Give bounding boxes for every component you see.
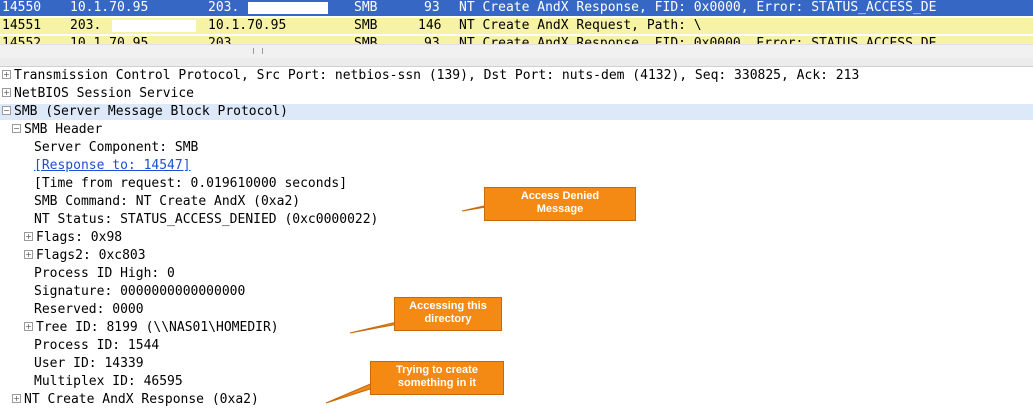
tree-label: Signature: 0000000000000000 bbox=[34, 284, 246, 299]
tree-item-server-component[interactable]: Server Component: SMB bbox=[34, 140, 198, 156]
packet-len: 146 bbox=[418, 18, 442, 33]
packet-no: 14552 bbox=[2, 36, 42, 44]
redaction-box bbox=[112, 20, 196, 32]
tree-item-response-to[interactable]: [Response to: 14547] bbox=[34, 158, 191, 174]
tree-item-nt-create-response[interactable]: + NT Create AndX Response (0xa2) bbox=[12, 392, 259, 408]
callout-access-denied: Access Denied Message bbox=[484, 187, 636, 221]
packet-proto: SMB bbox=[354, 36, 378, 44]
tree-item-flags2[interactable]: + Flags2: 0xc803 bbox=[24, 248, 146, 264]
callout-text: directory bbox=[424, 313, 472, 325]
packet-dst: 203. bbox=[208, 0, 240, 15]
tree-item-user-id[interactable]: User ID: 14339 bbox=[34, 356, 144, 372]
expand-icon[interactable]: + bbox=[24, 232, 33, 241]
tree-label: Flags2: 0xc803 bbox=[36, 248, 146, 263]
expand-icon[interactable]: + bbox=[12, 394, 21, 403]
callout-text: Trying to create bbox=[396, 364, 478, 376]
tree-item-reserved[interactable]: Reserved: 0000 bbox=[34, 302, 144, 318]
tree-label: SMB (Server Message Block Protocol) bbox=[14, 104, 288, 119]
packet-proto: SMB bbox=[354, 0, 378, 15]
tree-label: Process ID: 1544 bbox=[34, 338, 160, 353]
packet-dst: 203. bbox=[208, 36, 240, 44]
response-to-link[interactable]: [Response to: 14547] bbox=[34, 158, 191, 173]
tree-item-flags[interactable]: + Flags: 0x98 bbox=[24, 230, 122, 246]
packet-no: 14550 bbox=[2, 0, 42, 15]
tree-label: Transmission Control Protocol, Src Port:… bbox=[14, 68, 860, 83]
packet-info: NT Create AndX Response, FID: 0x0000, Er… bbox=[459, 36, 937, 44]
expand-icon[interactable]: + bbox=[2, 70, 11, 79]
packet-src: 10.1.70.95 bbox=[70, 36, 149, 44]
packet-row-partial[interactable]: 14552 10.1.70.95 203. SMB 93 NT Create A… bbox=[0, 36, 1033, 44]
tree-label: SMB Header bbox=[24, 122, 103, 137]
horizontal-scrollbar[interactable] bbox=[0, 44, 1033, 58]
tree-item-tree-id[interactable]: + Tree ID: 8199 (\\NAS01\HOMEDIR) bbox=[24, 320, 279, 336]
callout-text: Accessing this bbox=[409, 300, 487, 312]
packet-list: 14550 10.1.70.95 203. SMB 93 NT Create A… bbox=[0, 0, 1033, 59]
scroll-grip-icon[interactable] bbox=[253, 48, 263, 54]
tree-item-netbios[interactable]: + NetBIOS Session Service bbox=[2, 86, 194, 102]
packet-row[interactable]: 14551 203. 10.1.70.95 SMB 146 NT Create … bbox=[0, 18, 1033, 34]
packet-details-tree: + Transmission Control Protocol, Src Port… bbox=[0, 66, 1033, 412]
tree-item-process-id[interactable]: Process ID: 1544 bbox=[34, 338, 159, 354]
tree-label: NetBIOS Session Service bbox=[14, 86, 195, 101]
tree-item-smb-command[interactable]: SMB Command: NT Create AndX (0xa2) bbox=[34, 194, 300, 210]
packet-proto: SMB bbox=[354, 18, 378, 33]
redaction-box bbox=[248, 2, 328, 14]
tree-label: SMB Command: NT Create AndX (0xa2) bbox=[34, 194, 301, 209]
packet-info: NT Create AndX Request, Path: \ bbox=[459, 18, 702, 33]
tree-item-time-from-request[interactable]: [Time from request: 0.019610000 seconds] bbox=[34, 176, 347, 192]
tree-item-multiplex-id[interactable]: Multiplex ID: 46595 bbox=[34, 374, 183, 390]
packet-src: 203. bbox=[70, 18, 102, 33]
tree-item-process-id-high[interactable]: Process ID High: 0 bbox=[34, 266, 175, 282]
packet-len: 93 bbox=[424, 36, 440, 44]
tree-item-nt-status[interactable]: NT Status: STATUS_ACCESS_DENIED (0xc0000… bbox=[34, 212, 378, 228]
tree-label: User ID: 14339 bbox=[34, 356, 144, 371]
tree-label: Server Component: SMB bbox=[34, 140, 199, 155]
packet-len: 93 bbox=[424, 0, 440, 15]
callout-trying-to-create: Trying to create something in it bbox=[370, 361, 504, 395]
tree-label: Reserved: 0000 bbox=[34, 302, 144, 317]
packet-dst: 10.1.70.95 bbox=[208, 18, 287, 33]
callout-accessing-directory: Accessing this directory bbox=[394, 297, 502, 331]
tree-item-signature[interactable]: Signature: 0000000000000000 bbox=[34, 284, 245, 300]
collapse-icon[interactable]: − bbox=[12, 124, 21, 133]
packet-info: NT Create AndX Response, FID: 0x0000, Er… bbox=[459, 0, 937, 15]
tree-label: Multiplex ID: 46595 bbox=[34, 374, 183, 389]
packet-src: 10.1.70.95 bbox=[70, 0, 149, 15]
tree-label: [Time from request: 0.019610000 seconds] bbox=[34, 176, 348, 191]
callout-text: Access Denied bbox=[520, 190, 600, 202]
tree-item-tcp[interactable]: + Transmission Control Protocol, Src Port… bbox=[2, 68, 859, 84]
packet-row-selected[interactable]: 14550 10.1.70.95 203. SMB 93 NT Create A… bbox=[0, 0, 1033, 16]
expand-icon[interactable]: + bbox=[24, 250, 33, 259]
tree-item-smb[interactable]: − SMB (Server Message Block Protocol) bbox=[0, 104, 1033, 120]
tree-item-smb-header[interactable]: − SMB Header bbox=[12, 122, 102, 138]
expand-icon[interactable]: + bbox=[24, 322, 33, 331]
collapse-icon[interactable]: − bbox=[2, 106, 11, 115]
packet-no: 14551 bbox=[2, 18, 42, 33]
tree-label: Process ID High: 0 bbox=[34, 266, 175, 281]
tree-label: NT Status: STATUS_ACCESS_DENIED (0xc0000… bbox=[34, 212, 379, 227]
tree-label: Flags: 0x98 bbox=[36, 230, 123, 245]
tree-label: NT Create AndX Response (0xa2) bbox=[24, 392, 259, 407]
callout-text: something in it bbox=[397, 377, 477, 389]
callout-text: Message bbox=[536, 203, 584, 215]
expand-icon[interactable]: + bbox=[2, 88, 11, 97]
tree-label: Tree ID: 8199 (\\NAS01\HOMEDIR) bbox=[36, 320, 279, 335]
